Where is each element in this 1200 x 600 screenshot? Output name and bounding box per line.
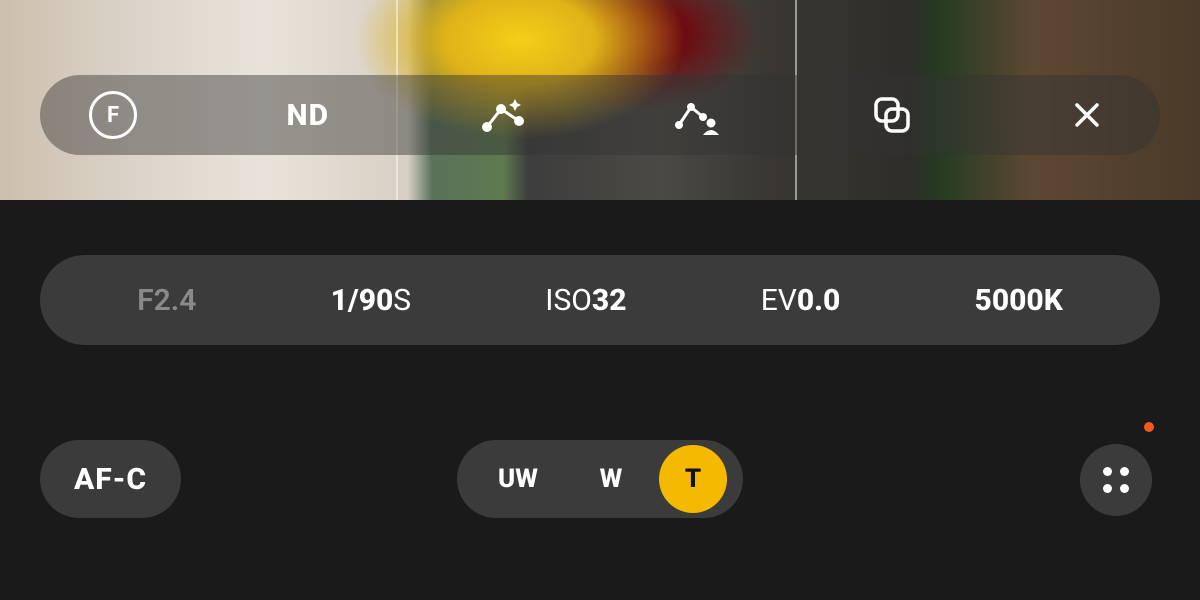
more-options-button[interactable] xyxy=(1080,444,1152,516)
wb-value: 5000 xyxy=(975,283,1044,318)
ev-value: 0.0 xyxy=(797,283,841,318)
ev-prefix: EV xyxy=(761,283,797,318)
focus-icon: F xyxy=(89,91,137,139)
lens-t-label: T xyxy=(685,464,701,494)
focus-mode-button[interactable]: F xyxy=(88,90,138,140)
viewfinder-toolbar: F ND xyxy=(40,75,1160,155)
aperture-setting[interactable]: F2.4 xyxy=(137,283,196,318)
ev-setting[interactable]: EV0.0 xyxy=(761,283,841,318)
overlay-layers-button[interactable] xyxy=(867,90,917,140)
lens-ultrawide-button[interactable]: UW xyxy=(473,447,563,511)
lens-selector: UW W T xyxy=(457,440,743,518)
iso-value: 32 xyxy=(592,283,627,318)
autofocus-mode-button[interactable]: AF-C xyxy=(40,440,181,518)
close-toolbar-button[interactable] xyxy=(1062,90,1112,140)
lens-tele-button[interactable]: T xyxy=(659,445,727,513)
shutter-suffix: S xyxy=(393,283,411,318)
exposure-settings-bar: F2.4 1/90S ISO32 EV0.0 5000K xyxy=(40,255,1160,345)
camera-viewfinder[interactable]: F ND xyxy=(0,0,1200,200)
aperture-prefix: F xyxy=(137,283,154,318)
sparkle-constellation-icon xyxy=(479,91,527,139)
grid-dots-icon xyxy=(1103,467,1129,493)
nd-filter-button[interactable]: ND xyxy=(283,90,333,140)
camera-controls-panel: F2.4 1/90S ISO32 EV0.0 5000K AF-C UW W T xyxy=(0,200,1200,600)
autofocus-label: AF-C xyxy=(74,462,147,497)
iso-prefix: ISO xyxy=(545,283,592,318)
overlap-squares-icon xyxy=(872,95,912,135)
ai-enhance-button[interactable] xyxy=(478,90,528,140)
shutter-value: 1/90 xyxy=(331,283,394,318)
lens-w-label: W xyxy=(600,464,623,494)
lens-wide-button[interactable]: W xyxy=(575,447,647,511)
portrait-ai-button[interactable] xyxy=(672,90,722,140)
aperture-value: 2.4 xyxy=(154,283,197,318)
focus-label: F xyxy=(107,103,119,128)
close-icon xyxy=(1073,101,1101,129)
record-indicator-icon xyxy=(1144,422,1154,432)
white-balance-setting[interactable]: 5000K xyxy=(975,283,1063,318)
constellation-person-icon xyxy=(673,91,721,139)
nd-label: ND xyxy=(287,98,330,133)
lens-uw-label: UW xyxy=(498,464,538,494)
wb-suffix: K xyxy=(1044,283,1063,318)
iso-setting[interactable]: ISO32 xyxy=(545,283,626,318)
shutter-setting[interactable]: 1/90S xyxy=(331,283,412,318)
